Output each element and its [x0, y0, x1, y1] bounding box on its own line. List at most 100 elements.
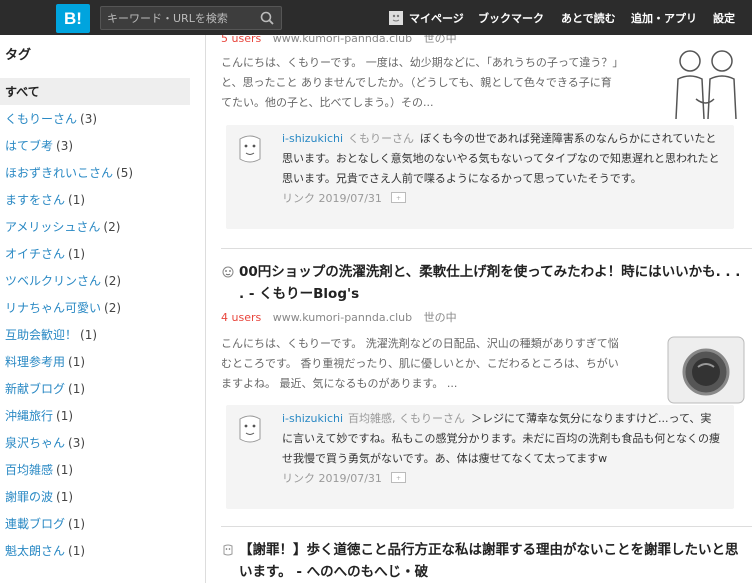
nav-settings-label: 設定 [713, 11, 735, 25]
tag-count: (2) [104, 273, 122, 288]
tag-name: ほおずきれいこさん [5, 166, 114, 180]
tag-name: すべて [5, 85, 40, 99]
comment-footer: リンク 2019/07/31 + [282, 469, 722, 489]
comment-link-date[interactable]: リンク 2019/07/31 [282, 192, 382, 205]
favicon-icon [223, 544, 233, 556]
entry-thumbnail[interactable] [666, 335, 746, 405]
nav-mypage[interactable]: マイページ [389, 0, 464, 35]
comment-footer: リンク 2019/07/31 + [282, 189, 722, 209]
tag-item[interactable]: 謝罪の波 (1) [0, 483, 190, 510]
tag-name: はてブ考 [5, 139, 54, 153]
search-input[interactable] [107, 9, 252, 27]
comment-user[interactable]: i-shizukichi [282, 132, 343, 145]
tag-item[interactable]: オイチさん (1) [0, 240, 190, 267]
users-count[interactable]: 5 users [221, 35, 261, 45]
tag-name: 百均雑感 [5, 463, 54, 477]
tag-name: 沖縄旅行 [5, 409, 54, 423]
add-bookmark-icon[interactable]: + [391, 192, 407, 203]
nav-read-later[interactable]: あとで読む [561, 0, 616, 35]
entry-thumbnail[interactable] [666, 49, 746, 119]
nav-bookmark-label: ブックマーク [478, 11, 544, 25]
user-avatar-icon[interactable] [238, 413, 262, 445]
nav-read-later-label: あとで読む [561, 11, 616, 25]
bookmark-comment: i-shizukichi くもりーさん ぼくも今の世であれば発達障害系のなんらかにさ… [226, 125, 734, 229]
entry-title[interactable]: 【謝罪！】歩く道徳こと品行方正な私は謝罪する理由がないことを謝罪したいと思います… [239, 539, 744, 583]
top-bar: B! マイページ ブックマーク あとで読む 追加・アプリ 設定 [0, 0, 752, 35]
tag-count: (1) [68, 516, 86, 531]
search-icon[interactable] [260, 11, 274, 25]
entry-divider [221, 248, 752, 249]
tag-count: (1) [56, 489, 74, 504]
nav-bookmark[interactable]: ブックマーク [478, 0, 544, 35]
nav-settings[interactable]: 設定 [713, 0, 735, 35]
tag-item[interactable]: 料理参考用 (1) [0, 348, 190, 375]
entry-header: 【謝罪！】歩く道徳こと品行方正な私は謝罪する理由がないことを謝罪したいと思います… [221, 539, 752, 583]
nav-mypage-label: マイページ [409, 11, 464, 25]
tag-item[interactable]: 互助会歓迎！ (1) [0, 321, 190, 348]
tag-item[interactable]: はてブ考 (3) [0, 132, 190, 159]
tag-sidebar: タグ すべて くもりーさん (3) はてブ考 (3) ほおずきれいこさん (5) ます… [0, 35, 206, 583]
tag-item[interactable]: 泉沢ちゃん (3) [0, 429, 190, 456]
tag-count: (1) [56, 408, 74, 423]
tag-name: 連載ブログ [5, 517, 66, 531]
tag-count: (1) [80, 327, 98, 342]
comment-tags[interactable]: くもりーさん [348, 132, 414, 145]
tag-count: (1) [56, 462, 74, 477]
tag-item[interactable]: ほおずきれいこさん (5) [0, 159, 190, 186]
users-count[interactable]: 4 users [221, 311, 261, 324]
hatena-logo[interactable]: B! [56, 4, 90, 33]
tag-item[interactable]: 魁太朗さん (1) [0, 537, 190, 564]
tag-name: リナちゃん可愛い [5, 301, 102, 315]
comment-user[interactable]: i-shizukichi [282, 412, 343, 425]
comment-link-date[interactable]: リンク 2019/07/31 [282, 472, 382, 485]
comment-body: i-shizukichi 百均雑感, くもりーさん ＞レジにて薄幸な気分になりますけ… [282, 409, 722, 489]
entry-category[interactable]: 世の中 [424, 35, 457, 45]
tag-item[interactable]: リナちゃん可愛い (2) [0, 294, 190, 321]
svg-text:+: + [396, 475, 401, 482]
search-box[interactable] [100, 6, 282, 30]
tag-item[interactable]: 百均雑感 (1) [0, 456, 190, 483]
bookmark-entry: 5 users www.kumori-pannda.club 世の中 こんにちは… [221, 35, 752, 119]
tag-name: ツベルクリンさん [5, 274, 102, 288]
tag-item-all[interactable]: すべて [0, 78, 190, 105]
tag-name: 謝罪の波 [5, 490, 54, 504]
entry-meta: 5 users www.kumori-pannda.club 世の中 [221, 35, 752, 49]
comment-tags[interactable]: 百均雑感, くもりーさん [348, 412, 465, 425]
tag-name: 泉沢ちゃん [5, 436, 66, 450]
comment-body: i-shizukichi くもりーさん ぼくも今の世であれば発達障害系のなんらかにさ… [282, 129, 722, 209]
entry-category[interactable]: 世の中 [424, 311, 457, 324]
tag-name: オイチさん [5, 247, 66, 261]
tag-item[interactable]: アメリッシュさん (2) [0, 213, 190, 240]
tag-count: (1) [68, 381, 86, 396]
bookmark-entry: 00円ショップの洗濯洗剤と、柔軟仕上げ剤を使ってみたわよ！時にはいいかも. . … [221, 261, 752, 404]
tag-item[interactable]: 新献ブログ (1) [0, 375, 190, 402]
entry-domain[interactable]: www.kumori-pannda.club [273, 311, 412, 324]
tag-item[interactable]: くもりーさん (3) [0, 105, 190, 132]
tag-count: (5) [116, 165, 134, 180]
svg-text:+: + [396, 195, 401, 202]
tag-count: (1) [68, 246, 86, 261]
tag-name: 料理参考用 [5, 355, 66, 369]
user-avatar-icon [389, 10, 403, 25]
user-avatar-icon[interactable] [238, 133, 262, 165]
tag-list: すべて くもりーさん (3) はてブ考 (3) ほおずきれいこさん (5) ますをさん… [0, 78, 190, 564]
tag-count: (1) [68, 354, 86, 369]
tag-item[interactable]: 連載ブログ (1) [0, 510, 190, 537]
entry-divider [221, 526, 752, 527]
add-bookmark-icon[interactable]: + [391, 472, 407, 483]
entry-summary: こんにちは、くもりーです。 一度は、幼少期などに、「あれうちの子って違う？」と、… [221, 56, 618, 109]
tag-count: (3) [56, 138, 74, 153]
tag-heading: タグ [5, 48, 32, 63]
tag-name: 互助会歓迎！ [5, 328, 78, 342]
tag-name: アメリッシュさん [5, 220, 101, 234]
nav-add-app[interactable]: 追加・アプリ [631, 0, 697, 35]
entry-meta: 4 users www.kumori-pannda.club 世の中 [221, 308, 752, 328]
bookmark-comment: i-shizukichi 百均雑感, くもりーさん ＞レジにて薄幸な気分になりますけ… [226, 405, 734, 509]
tag-count: (2) [103, 219, 121, 234]
entry-domain[interactable]: www.kumori-pannda.club [273, 35, 412, 45]
tag-item[interactable]: ツベルクリンさん (2) [0, 267, 190, 294]
tag-item[interactable]: ますをさん (1) [0, 186, 190, 213]
tag-item[interactable]: 沖縄旅行 (1) [0, 402, 190, 429]
entry-summary: こんにちは、くもりーです。 洗濯洗剤などの日配品、沢山の種類がありすぎて悩むとこ… [221, 337, 619, 390]
entry-title[interactable]: 00円ショップの洗濯洗剤と、柔軟仕上げ剤を使ってみたわよ！時にはいいかも. . … [239, 261, 744, 305]
